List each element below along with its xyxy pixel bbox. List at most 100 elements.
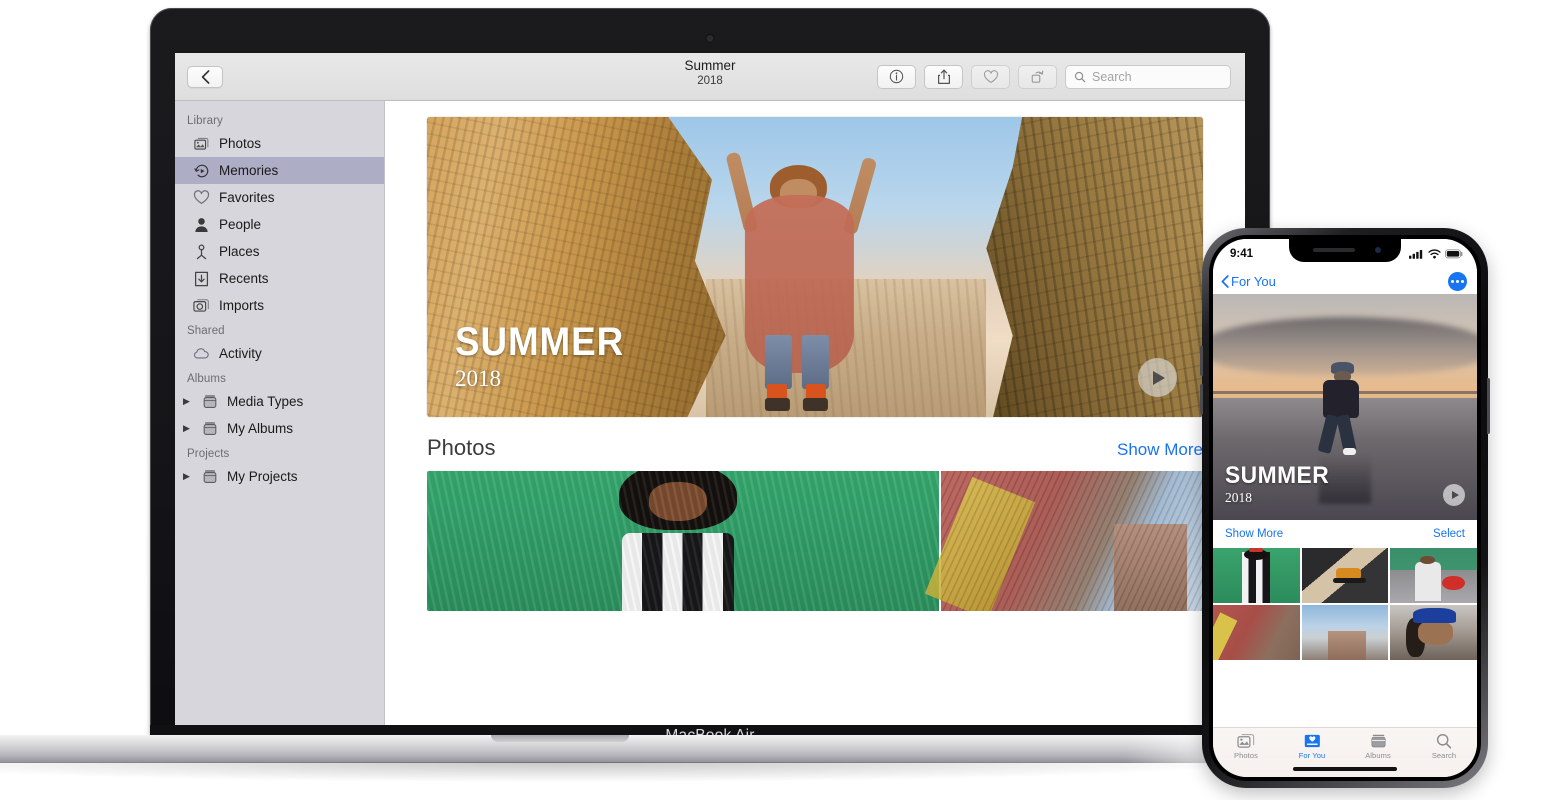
tab-albums[interactable]: Albums	[1345, 733, 1411, 760]
notch	[1289, 239, 1401, 262]
section-title: Photos	[427, 435, 496, 460]
volume-up-button[interactable]	[1200, 346, 1203, 376]
sidebar-item-my-albums[interactable]: ▶ My Albums	[175, 415, 384, 442]
search-icon	[1074, 71, 1086, 82]
macbook-device: Summer 2018 Search Library Photos Memori…	[150, 8, 1270, 746]
sidebar-item-media-types[interactable]: ▶ Media Types	[175, 388, 384, 415]
facetime-camera	[706, 35, 714, 42]
memories-icon	[193, 162, 210, 179]
album-icon	[201, 468, 218, 485]
photos-section-header: Photos Show More	[427, 435, 1203, 461]
sidebar-item-imports[interactable]: Imports	[175, 292, 384, 319]
iphone-photo-grid	[1213, 548, 1477, 660]
thumb-brick-wall[interactable]	[1213, 605, 1300, 660]
sidebar: Library Photos Memories Favorites People…	[175, 101, 385, 725]
cloud-icon	[193, 345, 210, 362]
thumb-tower-sky[interactable]	[1301, 605, 1389, 660]
sidebar-item-my-projects[interactable]: ▶ My Projects	[175, 463, 384, 490]
hero-title: SUMMER	[455, 320, 625, 364]
tab-for-you[interactable]: For You	[1279, 733, 1345, 760]
screenshot-stage: Summer 2018 Search Library Photos Memori…	[0, 0, 1560, 800]
volume-down-button[interactable]	[1200, 384, 1203, 414]
for-you-icon	[1304, 734, 1320, 748]
sidebar-item-label: Places	[219, 244, 260, 259]
home-indicator[interactable]	[1293, 767, 1397, 771]
sidebar-item-memories[interactable]: Memories	[175, 157, 384, 184]
hero-year: 2018	[455, 366, 501, 391]
sidebar-item-favorites[interactable]: Favorites	[175, 184, 384, 211]
chevron-left-icon	[1221, 274, 1229, 288]
sidebar-item-label: Activity	[219, 346, 262, 361]
sidebar-item-label: My Albums	[227, 421, 294, 436]
photo-green-wall[interactable]	[427, 471, 940, 611]
side-button[interactable]	[1487, 378, 1490, 434]
camera-import-icon	[193, 297, 210, 314]
iphone-hero-year: 2018	[1225, 490, 1252, 505]
sidebar-item-places[interactable]: Places	[175, 238, 384, 265]
back-to-for-you-button[interactable]: For You	[1221, 274, 1276, 289]
heart-icon	[983, 69, 998, 83]
sidebar-group-albums: Albums	[187, 373, 226, 385]
thumb-blue-cap-portrait[interactable]	[1390, 605, 1477, 660]
favorite-button[interactable]	[971, 64, 1010, 89]
photos-icon	[193, 135, 210, 152]
status-indicators	[1409, 248, 1463, 259]
iphone-device: 9:41 For You SUMMER 2018 Show More Selec…	[1200, 228, 1490, 788]
iphone-hero-title: SUMMER	[1225, 462, 1330, 489]
front-camera	[1375, 247, 1381, 253]
tab-bar: Photos For You Albums Search	[1213, 727, 1477, 777]
thumb-striped-dress-green[interactable]	[1213, 548, 1300, 603]
back-button[interactable]	[187, 65, 223, 88]
share-button[interactable]	[924, 64, 963, 89]
more-options-button[interactable]	[1448, 271, 1467, 291]
rotate-button[interactable]	[1018, 64, 1057, 89]
sidebar-item-people[interactable]: People	[175, 211, 384, 238]
play-icon	[1451, 491, 1459, 499]
sidebar-item-photos[interactable]: Photos	[175, 130, 384, 157]
show-more-link[interactable]: Show More	[1117, 440, 1203, 460]
iphone-bezel: 9:41 For You SUMMER 2018 Show More Selec…	[1209, 235, 1481, 781]
person-icon	[193, 216, 210, 233]
sidebar-group-library: Library	[187, 115, 223, 127]
thumb-red-hat[interactable]	[1390, 548, 1477, 603]
memory-hero-image[interactable]: SUMMER 2018	[427, 117, 1203, 417]
photo-brick-buildings[interactable]	[925, 471, 1203, 611]
sidebar-group-projects: Projects	[187, 448, 230, 460]
sidebar-item-label: Favorites	[219, 190, 275, 205]
tab-label: Search	[1431, 751, 1457, 760]
album-icon	[201, 393, 218, 410]
thumb-skateboarder[interactable]	[1301, 548, 1389, 603]
macbook-screen: Summer 2018 Search Library Photos Memori…	[175, 53, 1245, 725]
back-label: For You	[1231, 273, 1276, 289]
ellipsis-dot	[1461, 279, 1464, 283]
tab-photos[interactable]: Photos	[1213, 733, 1279, 760]
iphone-screen: 9:41 For You SUMMER 2018 Show More Selec…	[1213, 239, 1477, 777]
disclosure-triangle-icon[interactable]: ▶	[181, 423, 192, 434]
macbook-base	[0, 735, 1250, 763]
search-input[interactable]: Search	[1065, 64, 1231, 89]
photos-toolbar: Summer 2018 Search	[175, 53, 1245, 101]
disclosure-triangle-icon[interactable]: ▶	[181, 396, 192, 407]
sidebar-item-recents[interactable]: Recents	[175, 265, 384, 292]
play-button[interactable]	[1138, 358, 1177, 397]
select-link[interactable]: Select	[1433, 528, 1465, 540]
album-icon	[201, 420, 218, 437]
battery-icon	[1445, 248, 1463, 258]
iphone-play-button[interactable]	[1443, 484, 1465, 506]
disclosure-triangle-icon[interactable]: ▶	[181, 471, 192, 482]
info-circle-icon	[889, 69, 904, 84]
info-button[interactable]	[877, 64, 916, 89]
albums-icon	[1370, 734, 1386, 748]
ellipsis-dot	[1456, 279, 1459, 283]
rotate-icon	[1031, 70, 1044, 83]
tab-search[interactable]: Search	[1411, 733, 1477, 760]
photos-grid	[427, 471, 1203, 611]
photos-body: Library Photos Memories Favorites People…	[175, 101, 1245, 725]
photos-icon	[1236, 733, 1254, 748]
iphone-memory-hero[interactable]: SUMMER 2018	[1213, 294, 1477, 520]
ellipsis-dot	[1451, 279, 1454, 283]
sidebar-item-activity[interactable]: Activity	[175, 340, 384, 367]
macbook-shadow	[0, 762, 1240, 782]
show-more-link[interactable]: Show More	[1225, 528, 1283, 540]
tab-label: Albums	[1365, 751, 1391, 760]
